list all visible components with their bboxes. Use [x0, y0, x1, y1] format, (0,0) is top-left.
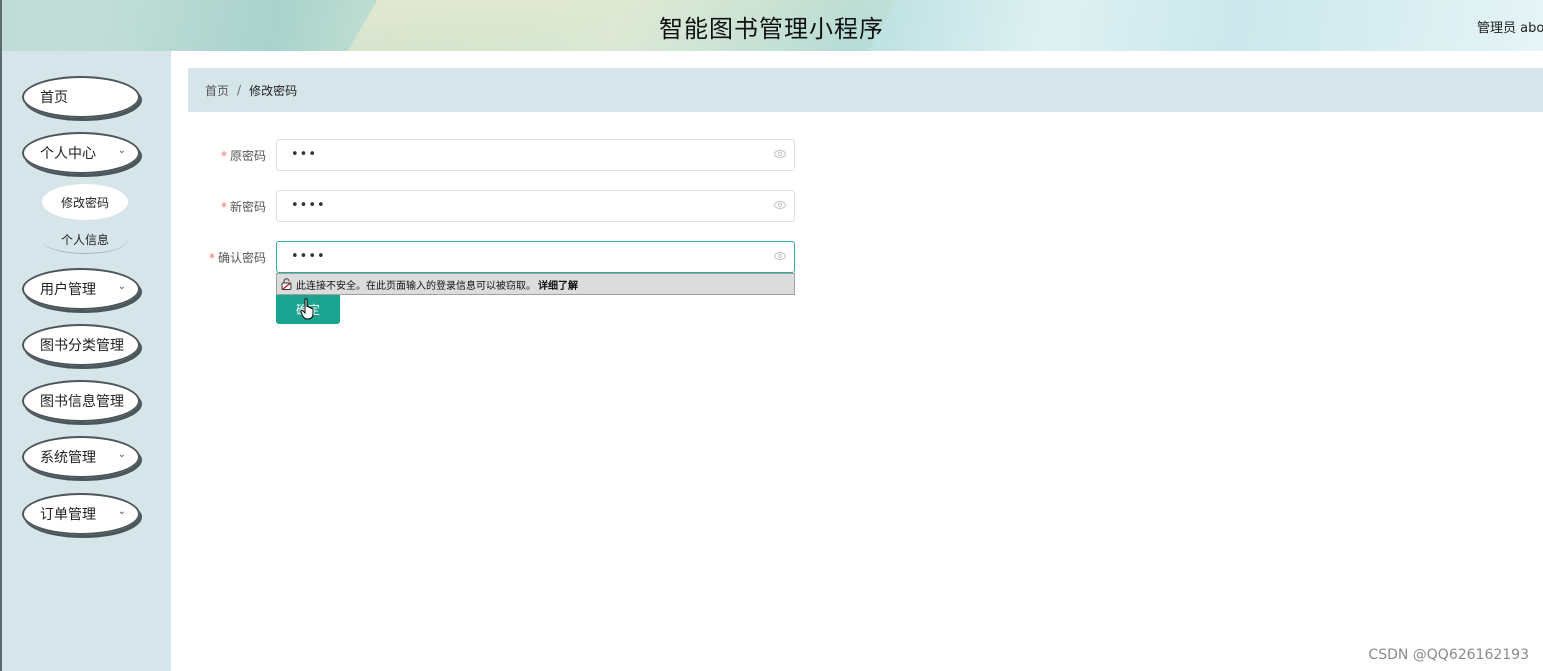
eye-icon[interactable]: [774, 252, 786, 260]
input-value: ••••: [291, 198, 326, 213]
sidebar-item-book-category-management[interactable]: 图书分类管理: [22, 324, 140, 366]
sidebar-subitem-label: 个人信息: [60, 233, 109, 247]
confirm-password-label: * 确认密码: [209, 249, 266, 266]
insecure-login-warning: 此连接不安全。在此页面输入的登录信息可以被窃取。 详细了解: [276, 273, 795, 295]
window-border: [0, 0, 2, 51]
field-label-text: 原密码: [229, 149, 266, 163]
admin-user-label[interactable]: 管理员 abo: [1477, 17, 1543, 36]
form-row-new-password: * 新密码 ••••: [188, 190, 798, 222]
confirm-password-input[interactable]: ••••: [276, 241, 795, 273]
eye-icon[interactable]: [774, 201, 786, 209]
app-title: 智能图书管理小程序: [659, 15, 884, 43]
old-password-label: * 原密码: [221, 147, 266, 164]
top-header: 智能图书管理小程序 管理员 abo: [0, 0, 1543, 51]
sidebar-item-user-management[interactable]: 用户管理 ⌄: [22, 268, 140, 310]
sidebar-item-label: 图书信息管理: [40, 394, 124, 410]
input-value: ••••: [291, 249, 326, 264]
watermark: CSDN @QQ626162193: [1368, 647, 1529, 663]
eye-icon[interactable]: [774, 150, 786, 158]
chevron-down-icon: ⌄: [117, 145, 126, 156]
field-label-text: 确认密码: [217, 251, 266, 265]
sidebar-item-label: 图书分类管理: [40, 338, 124, 354]
breadcrumb-separator: /: [237, 83, 242, 97]
warning-text: 此连接不安全。在此页面输入的登录信息可以被窃取。: [296, 280, 536, 292]
sidebar-subitem-personal-info[interactable]: 个人信息: [42, 226, 128, 254]
learn-more-link[interactable]: 详细了解: [538, 277, 578, 292]
input-value: •••: [291, 147, 318, 162]
sidebar-item-personal-center[interactable]: 个人中心 ⌄: [22, 132, 140, 174]
sidebar-item-label: 系统管理: [40, 450, 96, 466]
form-row-old-password: * 原密码 •••: [188, 139, 798, 171]
sidebar-item-label: 订单管理: [40, 507, 96, 523]
chevron-down-icon: ⌄: [117, 281, 126, 292]
breadcrumb-home-link[interactable]: 首页: [205, 82, 229, 99]
new-password-input[interactable]: ••••: [276, 190, 795, 222]
field-label-text: 新密码: [229, 200, 266, 214]
old-password-input[interactable]: •••: [276, 139, 795, 171]
sidebar-item-order-management[interactable]: 订单管理 ⌄: [22, 493, 140, 535]
sidebar-item-label: 个人中心: [40, 146, 96, 162]
required-mark: *: [220, 200, 227, 214]
broken-lock-icon: [281, 278, 292, 290]
hand-cursor-icon: [300, 298, 314, 320]
sidebar-item-system-management[interactable]: 系统管理 ⌄: [22, 436, 140, 478]
sidebar-subitem-label: 修改密码: [60, 195, 109, 210]
chevron-down-icon: ⌄: [117, 506, 126, 517]
sidebar-item-label: 用户管理: [40, 282, 96, 298]
sidebar-subitem-change-password[interactable]: 修改密码: [42, 184, 128, 220]
sidebar-item-label: 首页: [40, 90, 68, 106]
breadcrumb-current: 修改密码: [249, 83, 298, 98]
chevron-down-icon: ⌄: [117, 449, 126, 460]
new-password-label: * 新密码: [221, 198, 266, 215]
required-mark: *: [208, 251, 215, 265]
sidebar-item-book-info-management[interactable]: 图书信息管理: [22, 380, 140, 422]
form-row-confirm-password: * 确认密码 ••••: [188, 241, 798, 273]
required-mark: *: [220, 149, 227, 163]
breadcrumb: 首页 / 修改密码: [188, 68, 1543, 112]
sidebar-item-home[interactable]: 首页: [22, 76, 140, 118]
